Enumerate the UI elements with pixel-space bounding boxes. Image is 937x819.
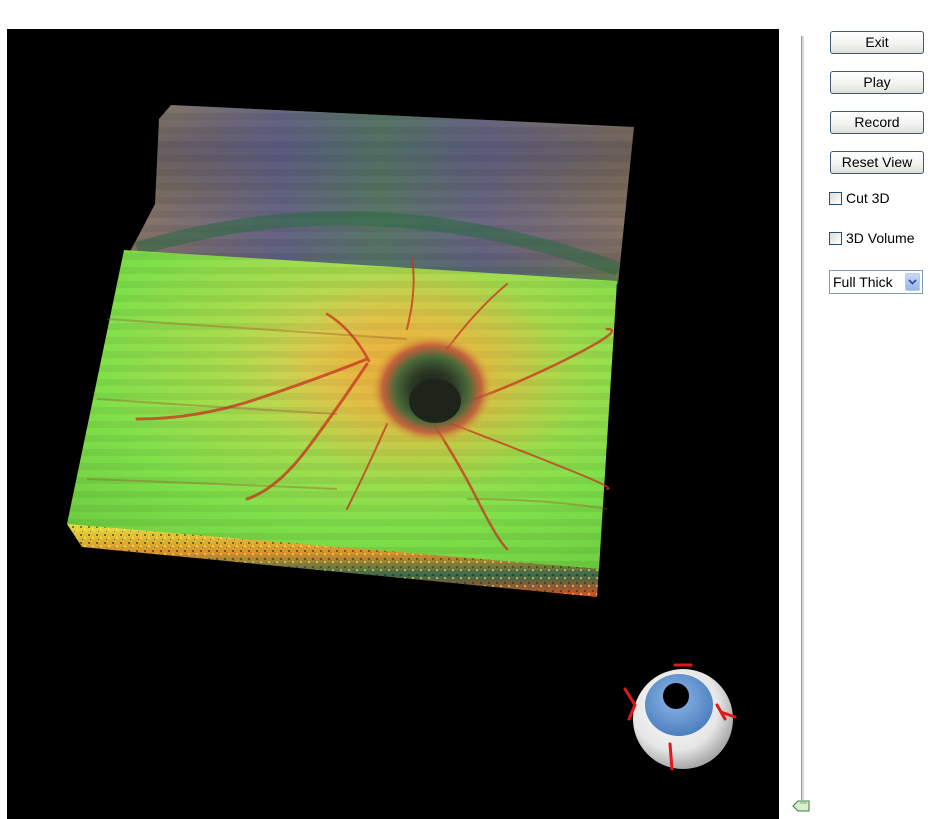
chevron-down-icon[interactable] (905, 273, 920, 291)
cut-3d-option[interactable]: Cut 3D (829, 189, 890, 207)
oct-3d-viewer-window: Exit Play Record Reset View Cut 3D 3D Vo… (0, 0, 937, 819)
3d-volume-label: 3D Volume (846, 230, 915, 246)
record-button[interactable]: Record (830, 111, 924, 134)
3d-volume-checkbox[interactable] (829, 231, 842, 245)
retina-thickness-surface (67, 250, 617, 569)
depth-slider-thumb[interactable] (792, 799, 810, 812)
depth-slider-track[interactable] (801, 36, 804, 800)
retina-surface-render[interactable] (7, 29, 779, 819)
layer-select-value: Full Thick (833, 274, 893, 290)
orientation-eyeball-icon[interactable] (623, 663, 737, 771)
cut-3d-checkbox[interactable] (829, 191, 842, 205)
play-button[interactable]: Play (830, 71, 924, 94)
layer-select[interactable]: Full Thick (829, 270, 923, 294)
cut-3d-label: Cut 3D (846, 190, 890, 206)
reset-view-button[interactable]: Reset View (830, 151, 924, 174)
exit-button[interactable]: Exit (830, 31, 924, 54)
3d-viewport[interactable] (7, 29, 779, 819)
3d-volume-option[interactable]: 3D Volume (829, 229, 914, 247)
